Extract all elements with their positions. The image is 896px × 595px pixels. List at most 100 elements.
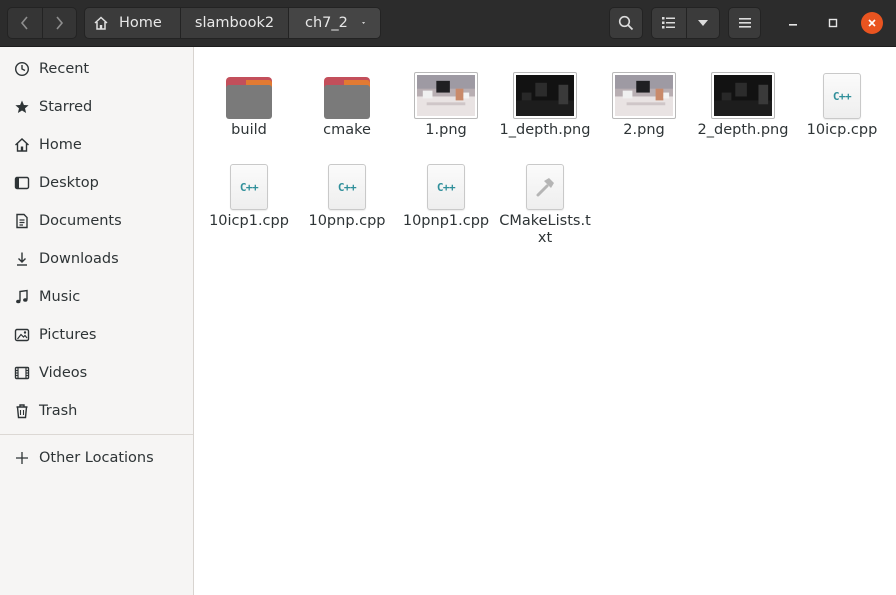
sidebar-item-label: Downloads <box>39 251 119 267</box>
sidebar-item-label: Desktop <box>39 175 99 191</box>
cpp-badge: C++ <box>832 89 852 103</box>
navigation-buttons <box>7 7 77 39</box>
file-name: 1.png <box>425 122 467 138</box>
file-view: build cmake 1.png 1_depth.png 2.png 2_de… <box>195 47 896 595</box>
caret-down-icon[interactable] <box>361 20 365 26</box>
star-icon <box>13 98 31 116</box>
file-item-10pnp-cpp[interactable]: C++ 10pnp.cpp <box>298 138 396 230</box>
file-name: 10icp.cpp <box>806 122 878 138</box>
hamburger-menu-icon <box>738 18 751 28</box>
file-item-cmake[interactable]: cmake <box>298 47 396 139</box>
breadcrumb-home-label: Home <box>119 15 162 31</box>
file-item-10pnp1-cpp[interactable]: C++ 10pnp1.cpp <box>397 138 495 230</box>
file-item-2-depth-png[interactable]: 2_depth.png <box>694 47 792 139</box>
maximize-icon <box>828 18 838 28</box>
sidebar-item-label: Home <box>39 137 82 153</box>
file-name: 2.png <box>623 122 665 138</box>
home-icon <box>94 16 108 30</box>
close-icon <box>868 19 876 27</box>
sidebar-item-other-locations[interactable]: Other Locations <box>0 439 193 477</box>
download-icon <box>13 250 31 268</box>
document-icon <box>13 212 31 230</box>
sidebar-item-trash[interactable]: Trash <box>0 392 193 430</box>
sidebar-separator <box>0 434 193 435</box>
sidebar-item-pictures[interactable]: Pictures <box>0 316 193 354</box>
back-button[interactable] <box>8 8 42 38</box>
sidebar-item-home[interactable]: Home <box>0 126 193 164</box>
cpp-badge: C++ <box>436 180 456 194</box>
sidebar-item-documents[interactable]: Documents <box>0 202 193 240</box>
view-options-dropdown[interactable] <box>685 8 720 38</box>
maximize-button[interactable] <box>822 12 844 34</box>
sidebar-item-label: Starred <box>39 99 93 115</box>
cpp-file-icon: C++ <box>823 73 861 119</box>
caret-down-icon <box>697 20 708 26</box>
forward-button[interactable] <box>41 8 76 38</box>
cpp-file-icon: C++ <box>328 164 366 210</box>
file-item-10icp-cpp[interactable]: C++ 10icp.cpp <box>793 47 891 139</box>
sidebar-item-videos[interactable]: Videos <box>0 354 193 392</box>
sidebar-item-recent[interactable]: Recent <box>0 50 193 88</box>
sidebar-item-label: Pictures <box>39 327 97 343</box>
search-button[interactable] <box>609 7 643 39</box>
sidebar-item-desktop[interactable]: Desktop <box>0 164 193 202</box>
video-icon <box>13 364 31 382</box>
minimize-icon <box>789 24 797 26</box>
pictures-icon <box>13 326 31 344</box>
breadcrumb: Home slambook2 ch7_2 <box>84 7 381 39</box>
search-icon <box>618 15 634 31</box>
close-button[interactable] <box>861 12 883 34</box>
sidebar-item-music[interactable]: Music <box>0 278 193 316</box>
sidebar-item-label: Documents <box>39 213 122 229</box>
sidebar-item-label: Music <box>39 289 81 305</box>
image-thumbnail <box>612 72 676 119</box>
desktop-icon <box>13 174 31 192</box>
file-name: 10pnp1.cpp <box>402 213 490 229</box>
cpp-file-icon: C++ <box>230 164 268 210</box>
header-bar: Home slambook2 ch7_2 <box>0 0 896 47</box>
minimize-button[interactable] <box>782 12 804 34</box>
cpp-file-icon: C++ <box>427 164 465 210</box>
file-name: 10icp1.cpp <box>209 213 289 229</box>
file-name: 1_depth.png <box>499 122 591 138</box>
hammer-icon <box>526 164 564 210</box>
breadcrumb-parent-label: slambook2 <box>194 15 275 31</box>
file-name: CMakeLists.txt <box>499 213 591 246</box>
sidebar: Recent Starred Home Desktop Documents Do… <box>0 47 194 595</box>
file-item-build[interactable]: build <box>200 47 298 139</box>
breadcrumb-current[interactable]: ch7_2 <box>288 8 380 38</box>
trash-icon <box>13 402 31 420</box>
file-name: cmake <box>323 122 371 138</box>
list-view-button[interactable] <box>652 8 686 38</box>
file-item-cmakelists-txt[interactable]: CMakeLists.txt <box>496 138 594 247</box>
sidebar-item-label: Trash <box>39 403 78 419</box>
plus-icon <box>13 449 31 467</box>
cpp-badge: C++ <box>337 180 357 194</box>
sidebar-item-downloads[interactable]: Downloads <box>0 240 193 278</box>
file-name: 10pnp.cpp <box>308 213 386 229</box>
chevron-right-icon <box>56 16 64 30</box>
list-view-icon <box>661 17 675 29</box>
file-item-1-depth-png[interactable]: 1_depth.png <box>496 47 594 139</box>
cpp-badge: C++ <box>239 180 259 194</box>
folder-icon <box>226 77 272 119</box>
breadcrumb-current-label: ch7_2 <box>305 15 348 31</box>
file-item-2-png[interactable]: 2.png <box>595 47 693 139</box>
sidebar-item-starred[interactable]: Starred <box>0 88 193 126</box>
file-item-1-png[interactable]: 1.png <box>397 47 495 139</box>
sidebar-item-label: Other Locations <box>39 450 154 466</box>
clock-icon <box>13 60 31 78</box>
view-options <box>651 7 720 39</box>
music-icon <box>13 288 31 306</box>
image-thumbnail <box>513 72 577 119</box>
image-thumbnail <box>414 72 478 119</box>
menu-button[interactable] <box>728 7 761 39</box>
folder-icon <box>324 77 370 119</box>
home-icon <box>13 136 31 154</box>
file-item-10icp1-cpp[interactable]: C++ 10icp1.cpp <box>200 138 298 230</box>
breadcrumb-slambook2[interactable]: slambook2 <box>180 8 288 38</box>
sidebar-item-label: Recent <box>39 61 90 77</box>
breadcrumb-home[interactable]: Home <box>85 8 180 38</box>
file-name: build <box>231 122 267 138</box>
chevron-left-icon <box>20 16 28 30</box>
